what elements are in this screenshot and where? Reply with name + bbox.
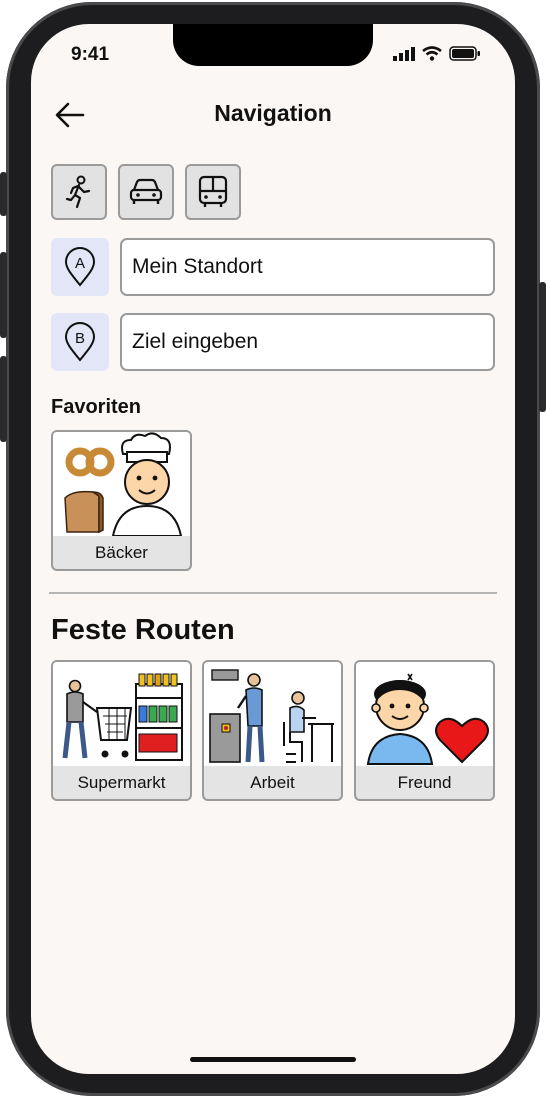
page-title: Navigation: [214, 100, 332, 126]
friend-icon: [366, 673, 489, 765]
walking-person-icon: [65, 175, 91, 209]
baker-pictogram: [53, 432, 190, 537]
route-tile-arbeit[interactable]: Arbeit: [202, 660, 343, 801]
section-divider: [49, 592, 497, 594]
work-icon: [209, 669, 334, 763]
volume-down-button: [0, 356, 7, 442]
tile-label: Freund: [397, 773, 452, 792]
favorite-tile-baecker[interactable]: Bäcker: [51, 430, 192, 571]
route-tile-freund[interactable]: Freund: [354, 660, 495, 801]
start-row: A Mein Standort: [51, 238, 495, 296]
bus-icon: [198, 175, 228, 207]
routes-heading: Feste Routen: [51, 614, 235, 646]
home-indicator[interactable]: [190, 1057, 356, 1062]
destination-row: B Ziel eingeben: [51, 313, 495, 371]
app-screen: 9:41 Navigation A Mein Standort B Ziel e…: [31, 24, 515, 1074]
wifi-icon: [422, 46, 442, 61]
baker-icon: [64, 432, 183, 537]
destination-input[interactable]: Ziel eingeben: [120, 313, 495, 371]
car-mode-button[interactable]: [118, 164, 174, 220]
transport-mode-selector: [51, 164, 241, 220]
destination-marker-letter: B: [75, 330, 85, 347]
power-button: [539, 282, 546, 412]
supermarket-pictogram: [53, 662, 190, 766]
volume-up-button: [0, 252, 7, 338]
map-pin-icon: B: [64, 322, 96, 362]
battery-icon: [449, 46, 480, 61]
start-marker-letter: A: [75, 255, 85, 272]
car-icon: [129, 178, 163, 204]
destination-pin: B: [51, 313, 109, 371]
tile-label: Supermarkt: [77, 773, 166, 792]
walk-mode-button[interactable]: [51, 164, 107, 220]
start-pin: A: [51, 238, 109, 296]
status-time: 9:41: [71, 44, 110, 65]
start-location-field[interactable]: Mein Standort: [120, 238, 495, 296]
mute-switch: [0, 172, 7, 216]
friend-pictogram: [356, 662, 493, 766]
tile-label: Arbeit: [250, 773, 295, 792]
status-icons: [393, 46, 481, 61]
public-transport-mode-button[interactable]: [185, 164, 241, 220]
tile-label: Bäcker: [95, 543, 148, 562]
favorites-heading: Favoriten: [51, 396, 142, 418]
cellular-signal-icon: [393, 46, 415, 61]
work-pictogram: [204, 662, 341, 766]
header: Navigation: [31, 94, 515, 134]
notch: [173, 24, 373, 66]
route-tile-supermarkt[interactable]: Supermarkt: [51, 660, 192, 801]
map-pin-icon: A: [64, 247, 96, 287]
supermarket-icon: [62, 673, 183, 761]
